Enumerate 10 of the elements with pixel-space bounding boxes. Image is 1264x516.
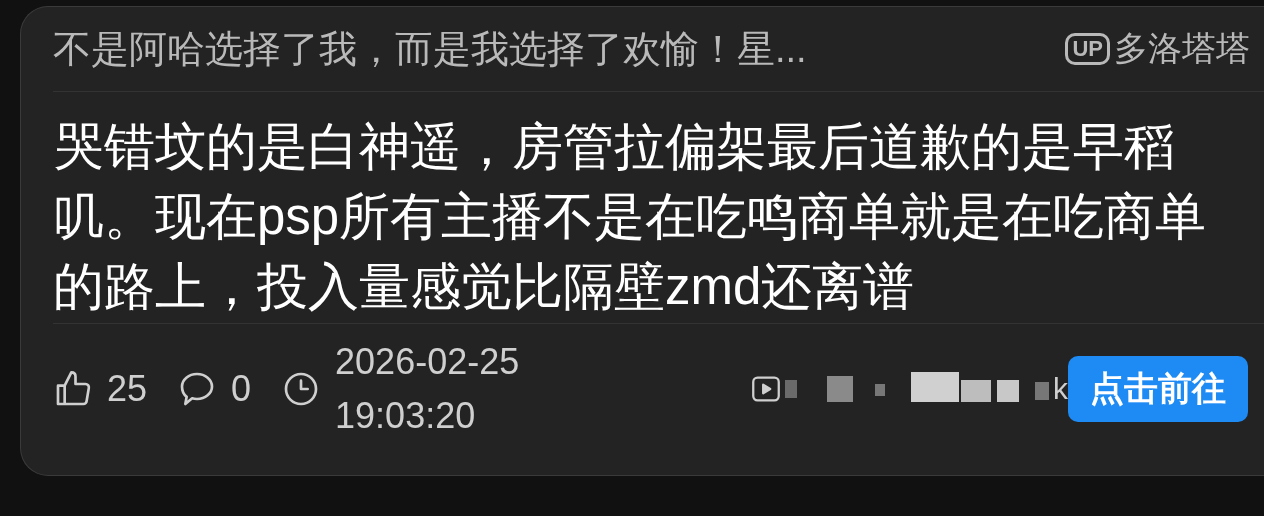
go-button[interactable]: 点击前往 [1068,356,1248,422]
up-badge: UP [1065,32,1110,66]
post-title: 不是阿哈选择了我，而是我选择了欢愉！星... [53,26,807,72]
post-time: 19:03:20 [335,394,477,438]
channel-name: k [1053,372,1068,406]
post-body: 哭错坟的是白神遥，房管拉偏架最后道歉的是早稻叽。现在psp所有主播不是在吃鸣商单就是在吃商单的路上，投入量感觉比隔壁zmd还离谱 [53,92,1264,324]
like-count: 25 [107,368,148,410]
comment-count: 0 [231,368,252,410]
post-date: 2026-02-25 [335,340,520,384]
author-name: 多洛塔塔 [1114,28,1250,69]
